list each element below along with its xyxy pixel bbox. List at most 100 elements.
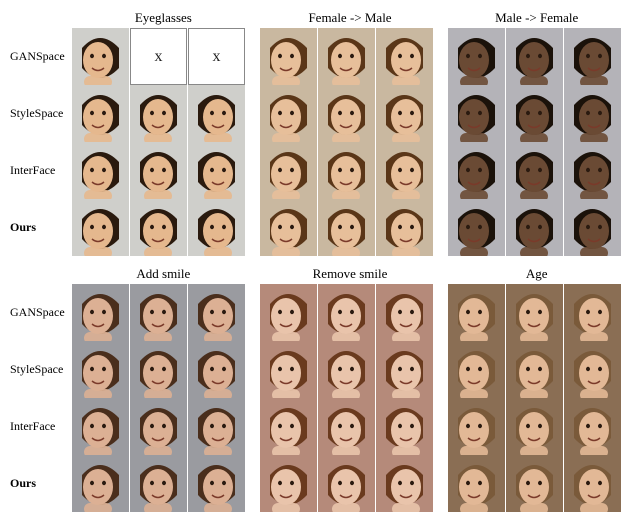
table-row: InterFace xyxy=(10,398,630,455)
face-icon xyxy=(130,199,187,256)
face-thumb xyxy=(564,28,621,85)
face-icon xyxy=(318,455,375,512)
face-icon xyxy=(72,398,129,455)
face-icon xyxy=(130,142,187,199)
comparison-figure: Eyeglasses Female -> Male Male -> Female… xyxy=(10,10,630,522)
face-icon xyxy=(506,284,563,341)
face-thumb xyxy=(260,28,317,85)
face-icon xyxy=(260,455,317,512)
face-icon xyxy=(130,455,187,512)
face-icon xyxy=(188,341,245,398)
face-icon xyxy=(564,398,621,455)
face-thumb xyxy=(376,28,433,85)
row-groups xyxy=(72,85,630,142)
col-header: Remove smile xyxy=(257,266,444,282)
face-icon xyxy=(564,455,621,512)
row-label: InterFace xyxy=(10,398,72,455)
face-thumb xyxy=(130,284,187,341)
face-thumb xyxy=(188,199,245,256)
cell-group xyxy=(72,284,254,341)
face-thumb xyxy=(188,398,245,455)
face-icon xyxy=(564,341,621,398)
face-thumb xyxy=(260,284,317,341)
face-thumb xyxy=(506,398,563,455)
face-icon xyxy=(564,85,621,142)
face-icon xyxy=(318,28,375,85)
face-icon xyxy=(72,199,129,256)
face-thumb xyxy=(564,199,621,256)
row-label: Ours xyxy=(10,455,72,512)
face-icon xyxy=(130,341,187,398)
face-thumb xyxy=(260,398,317,455)
col-header: Male -> Female xyxy=(443,10,630,26)
face-thumb xyxy=(318,455,375,512)
face-thumb xyxy=(506,455,563,512)
face-thumb xyxy=(130,341,187,398)
face-thumb xyxy=(72,284,129,341)
face-thumb xyxy=(318,284,375,341)
face-thumb xyxy=(318,142,375,199)
face-icon xyxy=(260,199,317,256)
cell-group xyxy=(260,341,442,398)
cell-group xyxy=(72,398,254,455)
block-bottom: Add smile Remove smile Age GANSpace xyxy=(10,266,630,512)
face-icon xyxy=(72,28,129,85)
cell-group xyxy=(448,85,630,142)
face-thumb xyxy=(506,341,563,398)
table-row: StyleSpace xyxy=(10,341,630,398)
face-icon xyxy=(448,85,505,142)
face-icon xyxy=(376,398,433,455)
face-thumb xyxy=(318,28,375,85)
face-thumb xyxy=(72,455,129,512)
face-icon xyxy=(188,199,245,256)
face-thumb xyxy=(376,199,433,256)
face-thumb xyxy=(318,341,375,398)
face-thumb xyxy=(318,398,375,455)
face-icon xyxy=(376,284,433,341)
row-groups xyxy=(72,199,630,256)
row-groups xyxy=(72,341,630,398)
face-thumb xyxy=(188,284,245,341)
face-thumb xyxy=(188,455,245,512)
cell-group xyxy=(448,142,630,199)
face-thumb xyxy=(130,398,187,455)
face-icon xyxy=(318,85,375,142)
face-icon xyxy=(318,398,375,455)
cell-group xyxy=(72,85,254,142)
face-icon xyxy=(376,28,433,85)
face-thumb xyxy=(448,85,505,142)
face-icon xyxy=(506,199,563,256)
column-headers: Eyeglasses Female -> Male Male -> Female xyxy=(70,10,630,26)
row-groups xyxy=(72,142,630,199)
face-icon xyxy=(188,85,245,142)
face-thumb xyxy=(506,28,563,85)
table-row: GANSpace x x xyxy=(10,28,630,85)
cell-group xyxy=(448,398,630,455)
face-icon xyxy=(448,28,505,85)
face-thumb xyxy=(72,28,129,85)
cell-group: x x xyxy=(72,28,254,85)
row-groups xyxy=(72,455,630,512)
face-thumb xyxy=(260,199,317,256)
row-groups xyxy=(72,284,630,341)
face-icon xyxy=(260,341,317,398)
face-icon xyxy=(376,455,433,512)
face-icon xyxy=(188,455,245,512)
face-icon xyxy=(506,85,563,142)
face-thumb xyxy=(506,142,563,199)
face-icon xyxy=(318,199,375,256)
cell-group xyxy=(448,284,630,341)
block-top: Eyeglasses Female -> Male Male -> Female… xyxy=(10,10,630,256)
face-thumb xyxy=(448,455,505,512)
face-icon xyxy=(260,142,317,199)
face-thumb xyxy=(448,28,505,85)
face-thumb xyxy=(260,85,317,142)
table-row: InterFace xyxy=(10,142,630,199)
face-thumb xyxy=(72,142,129,199)
table-row: StyleSpace xyxy=(10,85,630,142)
cell-group xyxy=(72,341,254,398)
face-icon xyxy=(260,85,317,142)
col-header: Add smile xyxy=(70,266,257,282)
cell-group xyxy=(260,142,442,199)
face-thumb xyxy=(318,85,375,142)
